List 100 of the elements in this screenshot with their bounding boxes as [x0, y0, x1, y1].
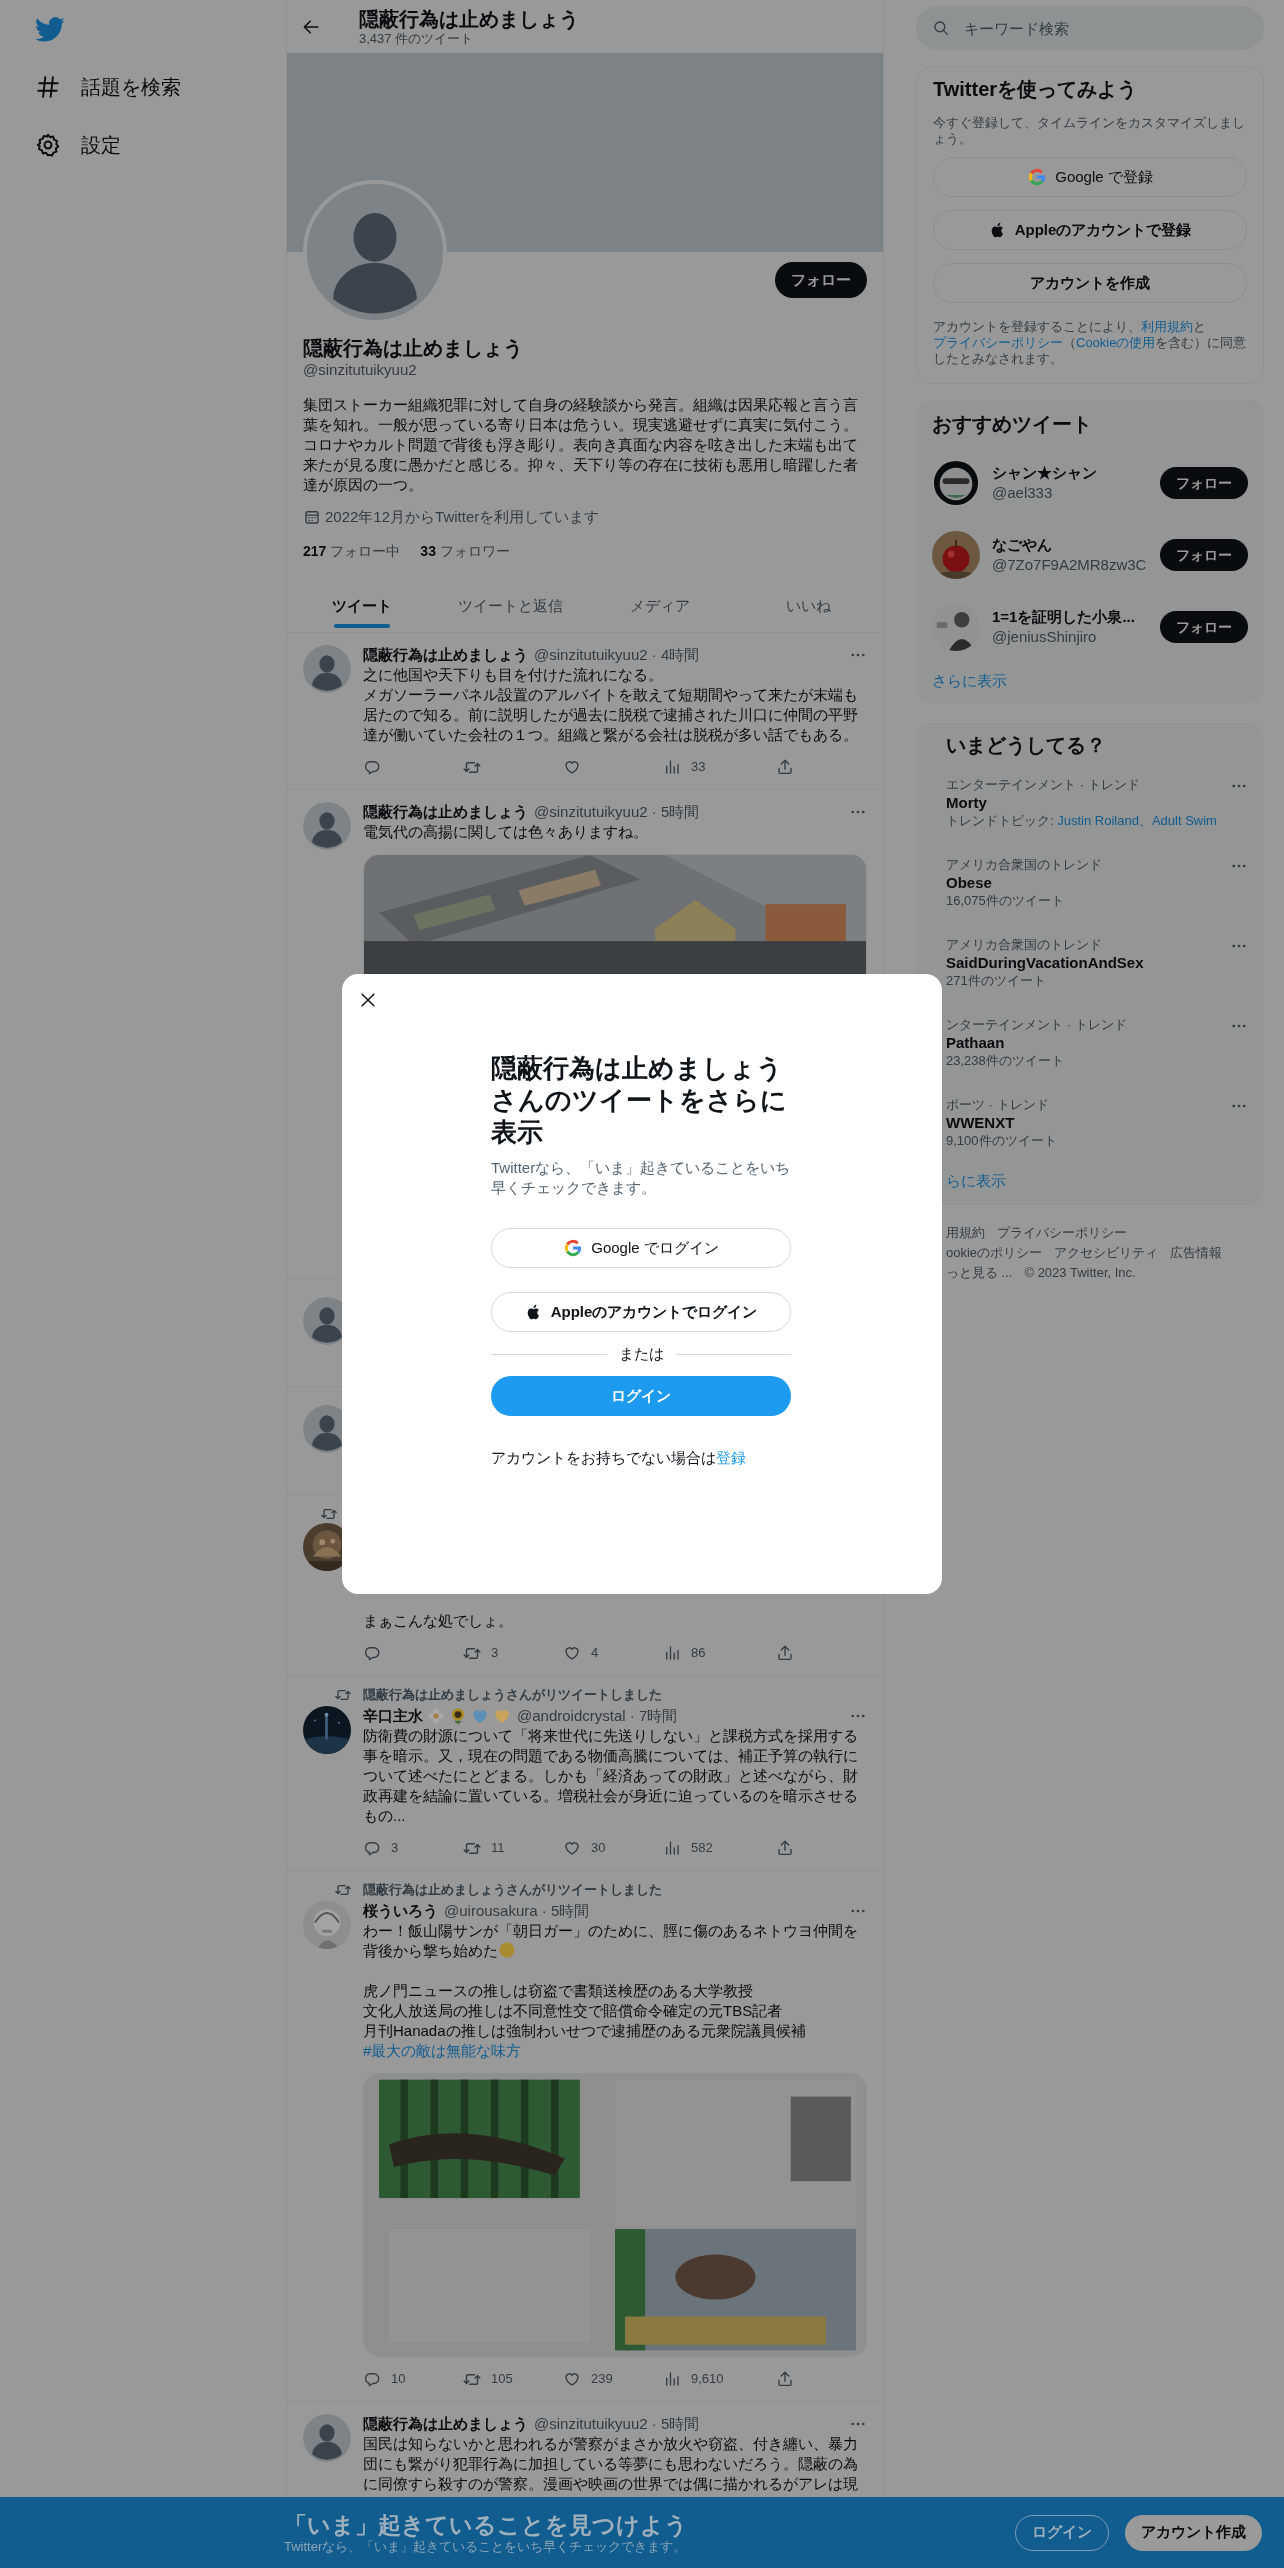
author-name: 隠蔽行為は止めましょう: [363, 644, 528, 665]
heart-icon: [563, 758, 581, 776]
share-button[interactable]: [776, 2370, 794, 2388]
retweet-button[interactable]: 11: [463, 1838, 563, 1858]
legal-link[interactable]: プライバシーポリシー: [933, 335, 1063, 350]
hashtag-link[interactable]: #最大の敵は無能な味方: [363, 2042, 522, 2059]
trend-name[interactable]: Obese: [946, 873, 992, 893]
profile-tab[interactable]: ツイート: [287, 580, 436, 632]
tweet-meta: @sinzitutuikyuu2 · 5時間: [534, 2413, 700, 2434]
profile-title: 隠蔽行為は止めましょう: [359, 6, 579, 31]
heart-icon: [563, 1839, 581, 1857]
views-button[interactable]: 33: [663, 757, 763, 777]
following-link[interactable]: 217 フォロー中: [303, 541, 401, 561]
footer-link[interactable]: © 2023 Twitter, Inc.: [1024, 1263, 1136, 1283]
sunflower-icon: [449, 1707, 467, 1725]
followers-link[interactable]: 33 フォロワー: [420, 541, 510, 561]
trend-topics: トレンドトピック: Justin Roiland、Adult Swim: [946, 813, 1217, 829]
retweet-label: 隠蔽行為は止めましょうさんがリツイートしました: [363, 1686, 662, 1705]
bar-chart-icon: [663, 1644, 681, 1662]
signup-button[interactable]: アカウント作成: [1125, 2514, 1262, 2551]
author-name: 隠蔽行為は止めましょう: [363, 801, 528, 822]
follow-button[interactable]: フォロー: [1160, 539, 1248, 571]
legal-link[interactable]: Cookieの使用: [1076, 335, 1156, 350]
retweet-icon: [335, 1690, 351, 1700]
profile-handle: @sinzitutuikyuu2: [303, 360, 418, 380]
retweet-button[interactable]: 3: [463, 1643, 563, 1663]
heart-icon: [563, 2370, 581, 2388]
card-subtitle: 今すぐ登録して、タイムラインをカスタマイズしましょう。: [933, 115, 1246, 147]
retweet-button[interactable]: 105: [463, 2369, 563, 2389]
account-name: なごやん: [992, 535, 1053, 555]
views-button[interactable]: 582: [663, 1838, 763, 1858]
trend-count: 16,075件のツイート: [946, 893, 1064, 909]
follow-button[interactable]: フォロー: [1160, 467, 1248, 499]
follow-button[interactable]: フォロー: [775, 262, 867, 298]
bird-icon[interactable]: [35, 14, 65, 44]
author-name: 桜ういろう: [363, 1900, 438, 1921]
share-icon: [776, 758, 794, 776]
heart-icon: [563, 1644, 581, 1662]
trend-name[interactable]: SaidDuringVacationAndSex: [946, 953, 1144, 973]
tweet-meta: @androidcrystal · 7時間: [517, 1705, 678, 1726]
like-button[interactable]: 239: [563, 2369, 663, 2389]
share-icon: [776, 2370, 794, 2388]
views-button[interactable]: 86: [663, 1643, 763, 1663]
legal-link[interactable]: 利用規約: [1141, 319, 1193, 334]
card-title: いまどうしてる？: [946, 733, 1107, 757]
like-button[interactable]: 4: [563, 1643, 663, 1663]
google-icon: [563, 1238, 584, 1258]
retweet-icon: [463, 761, 481, 773]
like-button[interactable]: 30: [563, 1838, 663, 1858]
google-icon: [1027, 167, 1048, 187]
share-button[interactable]: [776, 758, 794, 776]
comment-icon: [363, 2370, 381, 2388]
trend-category: アメリカ合衆国のトレンド: [946, 937, 1102, 953]
search-field[interactable]: キーワード検索: [916, 6, 1264, 50]
account-handle: @ael333: [992, 483, 1054, 503]
banner-title: 「いま」起きていることを見つけよう: [284, 2510, 688, 2539]
signup-link[interactable]: 登録: [716, 1449, 746, 1466]
card-title: Twitterを使ってみよう: [933, 77, 1139, 101]
trend-name[interactable]: Pathaan: [946, 1033, 1005, 1053]
footer-link[interactable]: アクセシビリティ: [1054, 1243, 1159, 1263]
footer-link[interactable]: 広告情報: [1170, 1243, 1223, 1263]
retweet-icon: [463, 2373, 481, 2385]
reply-button[interactable]: 3: [363, 1838, 463, 1858]
topic-link[interactable]: Justin Roiland: [1057, 813, 1139, 828]
retweet-icon: [335, 1885, 351, 1895]
comment-icon: [363, 758, 381, 776]
login-button[interactable]: ログイン: [491, 1376, 791, 1416]
trend-name[interactable]: WWENXT: [946, 1113, 1015, 1133]
nav-link[interactable]: 話題を検索: [35, 73, 181, 101]
emoji-icon: [498, 1941, 516, 1959]
nav-link[interactable]: 設定: [35, 131, 121, 159]
author-name: 隠蔽行為は止めましょう: [363, 2413, 528, 2434]
reply-button[interactable]: 10: [363, 2369, 463, 2389]
show-more-link[interactable]: らに表示: [946, 1171, 1006, 1191]
profile-tab[interactable]: ツイートと返信: [436, 580, 585, 632]
tweet-text: わー！飯山陽サンが「朝日ガー」のために、脛に傷のあるネトウヨ仲間を背後から撃ち始めた 虎ノ門ニュースの推しは窃盗で書類送検歴のある大学教授 文化人放送局の推しは不同意性交で賠償命令確定の元TBS記者 月刊Hanadaの推しは強制わいせつで逮捕歴のある元衆院議員候補 #最大の敵は無能な味方: [363, 1921, 859, 2061]
show-more-link[interactable]: さらに表示: [932, 671, 1007, 691]
profile-name: 隠蔽行為は止めましょう: [303, 336, 524, 360]
trend-name[interactable]: Morty: [946, 793, 987, 813]
profile-tab[interactable]: いいね: [734, 580, 883, 632]
tweet-count: 3,437 件のツイート: [359, 30, 475, 47]
footer-link[interactable]: 用規約: [946, 1223, 985, 1243]
tweet-text: 防衛費の財源について「将来世代に先送りしない」と課税方式を採用する事を暗示。又，現在の問題である物価高騰については、補正予算の執行について述べたにとどまる。しかも「経済あっての財政」と述べながら、財政再建を結論に置いている。増税社会が身近に迫っているのを暗示させるもの...: [363, 1726, 859, 1826]
account-handle: @7Zo7F9A2MR8zw3C: [992, 555, 1148, 575]
retweet-icon: [463, 1647, 481, 1659]
profile-tab[interactable]: メディア: [585, 580, 734, 632]
follow-button[interactable]: フォロー: [1160, 611, 1248, 643]
retweet-label: 隠蔽行為は止めましょうさんがリツイートしました: [363, 1881, 662, 1900]
footer-link[interactable]: ookieのポリシー: [946, 1243, 1043, 1263]
views-button[interactable]: 9,610: [663, 2369, 763, 2389]
bar-chart-icon: [663, 1839, 681, 1857]
share-button[interactable]: [776, 1644, 794, 1662]
topic-link[interactable]: Adult Swim: [1151, 813, 1217, 828]
share-button[interactable]: [776, 1839, 794, 1857]
account-name: シャン★シャン: [992, 463, 1098, 483]
footer-link[interactable]: プライバシーポリシー: [997, 1223, 1127, 1243]
bar-chart-icon: [663, 758, 681, 776]
footer-link[interactable]: っと見る ...: [946, 1263, 1013, 1283]
flower-icon: [427, 1707, 445, 1725]
tweet-text: まぁこんな処でしょ。: [363, 1611, 514, 1631]
